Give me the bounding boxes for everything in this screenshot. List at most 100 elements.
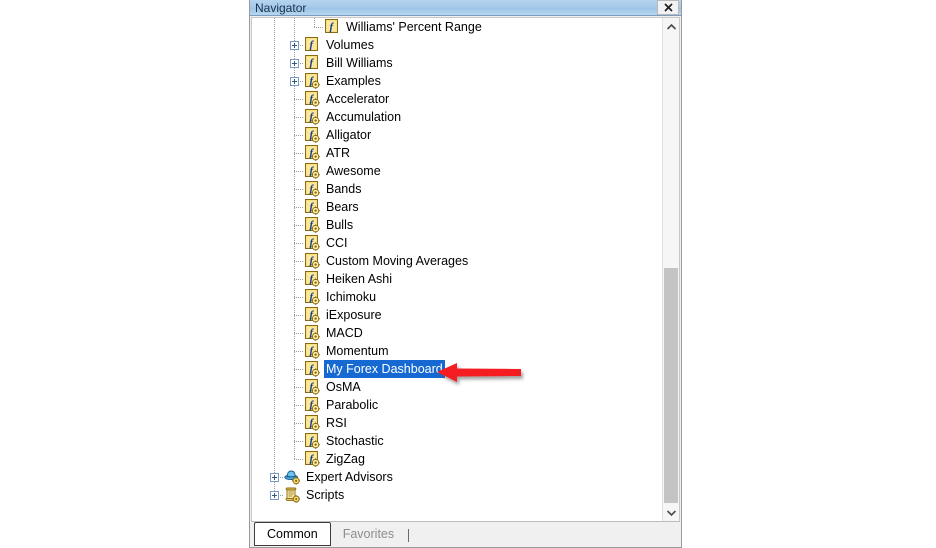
tree-connector — [294, 189, 304, 190]
tab-common[interactable]: Common — [254, 522, 331, 546]
tree-item[interactable]: f RSI — [252, 414, 662, 432]
indicator-fgear-icon: f — [304, 451, 320, 467]
tree-expand-button[interactable] — [290, 41, 299, 50]
indicator-fgear-icon: f — [304, 199, 320, 215]
indicator-fgear-icon: f — [304, 109, 320, 125]
tree-item-label: Williams' Percent Range — [346, 20, 482, 34]
tree-item[interactable]: f Bands — [252, 180, 662, 198]
tree-item[interactable]: f Volumes — [252, 36, 662, 54]
indicator-f-icon: f — [304, 37, 320, 53]
indicator-fgear-icon: f — [304, 145, 320, 161]
indicator-fgear-icon: f — [304, 217, 320, 233]
tree-item-label: RSI — [326, 416, 347, 430]
navigator-body: f Williams' Percent Range f Volumes f Bi… — [251, 17, 680, 521]
indicator-fgear-icon: f — [304, 181, 320, 197]
tree-connector — [294, 333, 304, 334]
tree-expand-button[interactable] — [290, 59, 299, 68]
tree-item[interactable]: Expert Advisors — [252, 468, 662, 486]
tree-item-label: Alligator — [326, 128, 372, 142]
tree-item[interactable]: f Accumulation — [252, 108, 662, 126]
tree-item[interactable]: f Awesome — [252, 162, 662, 180]
close-button[interactable] — [657, 0, 679, 15]
chevron-up-icon — [666, 18, 677, 36]
tree-item[interactable]: Scripts — [252, 486, 662, 504]
tree-expand-button[interactable] — [270, 491, 279, 500]
tree-connector — [294, 171, 304, 172]
tree-item-label: Examples — [326, 74, 381, 88]
indicator-fgear-icon: f — [304, 73, 320, 89]
tree-item-label: Scripts — [306, 488, 345, 502]
tree-elbow — [294, 450, 295, 460]
tree-item[interactable]: f Stochastic — [252, 432, 662, 450]
expert-advisor-hat-icon — [284, 469, 300, 485]
tree-connector — [294, 153, 304, 154]
close-icon — [663, 3, 673, 12]
tree-item-label: OsMA — [326, 380, 361, 394]
tree-item[interactable]: f Momentum — [252, 342, 662, 360]
window-titlebar: Navigator — [250, 0, 681, 16]
navigator-tree[interactable]: f Williams' Percent Range f Volumes f Bi… — [252, 18, 662, 521]
tree-item-label: Bands — [326, 182, 362, 196]
tab-strip-caret — [408, 528, 410, 542]
tree-item[interactable]: f MACD — [252, 324, 662, 342]
indicator-fgear-icon: f — [304, 361, 320, 377]
scroll-up-button[interactable] — [663, 18, 679, 35]
tree-connector — [294, 459, 304, 460]
tree-item[interactable]: f ZigZag — [252, 450, 662, 468]
tree-item-label: Expert Advisors — [306, 470, 393, 484]
indicator-fgear-icon: f — [304, 289, 320, 305]
tree-item[interactable]: f Alligator — [252, 126, 662, 144]
indicator-fgear-icon: f — [304, 253, 320, 269]
vertical-scrollbar[interactable] — [662, 18, 679, 521]
indicator-fgear-icon: f — [304, 379, 320, 395]
tree-item[interactable]: f Ichimoku — [252, 288, 662, 306]
script-scroll-icon — [284, 487, 300, 503]
tree-item-selected[interactable]: f My Forex Dashboard — [252, 360, 662, 378]
indicator-fgear-icon: f — [304, 307, 320, 323]
tab-favorites[interactable]: Favorites — [331, 523, 406, 545]
scrollbar-thumb[interactable] — [664, 268, 678, 503]
tree-connector — [294, 225, 304, 226]
tree-item-label: My Forex Dashboard — [324, 360, 445, 378]
tree-item[interactable]: f Examples — [252, 72, 662, 90]
indicator-f-icon: f — [304, 55, 320, 71]
navigator-window: Navigator f Williams' Percent Range f Vo… — [249, 0, 682, 548]
tree-connector — [294, 351, 304, 352]
tree-item-label: Accumulation — [326, 110, 402, 124]
tree-item-label: Accelerator — [326, 92, 390, 106]
tree-item[interactable]: f Accelerator — [252, 90, 662, 108]
tree-elbow — [314, 18, 315, 28]
chevron-down-icon — [666, 504, 677, 522]
indicator-fgear-icon: f — [304, 163, 320, 179]
tree-connector — [314, 27, 324, 28]
tree-connector — [294, 243, 304, 244]
tree-item[interactable]: f Bears — [252, 198, 662, 216]
tree-item-label: Bulls — [326, 218, 354, 232]
tree-connector — [294, 387, 304, 388]
tree-item[interactable]: f ATR — [252, 144, 662, 162]
tree-item[interactable]: f OsMA — [252, 378, 662, 396]
tree-item-label: Stochastic — [326, 434, 384, 448]
tree-item[interactable]: f Williams' Percent Range — [252, 18, 662, 36]
tree-connector — [294, 261, 304, 262]
indicator-fgear-icon: f — [304, 397, 320, 413]
tree-item[interactable]: f Heiken Ashi — [252, 270, 662, 288]
tree-connector — [294, 369, 304, 370]
tree-item[interactable]: f Parabolic — [252, 396, 662, 414]
indicator-fgear-icon: f — [304, 415, 320, 431]
indicator-fgear-icon: f — [304, 91, 320, 107]
navigator-tabstrip: Common Favorites — [251, 521, 680, 546]
tree-item[interactable]: f Bulls — [252, 216, 662, 234]
tree-item[interactable]: f Bill Williams — [252, 54, 662, 72]
tree-connector — [294, 405, 304, 406]
tree-item[interactable]: f iExposure — [252, 306, 662, 324]
tree-item-label: Custom Moving Averages — [326, 254, 469, 268]
tree-expand-button[interactable] — [270, 473, 279, 482]
scroll-down-button[interactable] — [663, 504, 679, 521]
tree-item[interactable]: f Custom Moving Averages — [252, 252, 662, 270]
tree-item-label: iExposure — [326, 308, 382, 322]
tree-item[interactable]: f CCI — [252, 234, 662, 252]
tree-expand-button[interactable] — [290, 77, 299, 86]
indicator-fgear-icon: f — [304, 127, 320, 143]
tree-item-label: Heiken Ashi — [326, 272, 393, 286]
